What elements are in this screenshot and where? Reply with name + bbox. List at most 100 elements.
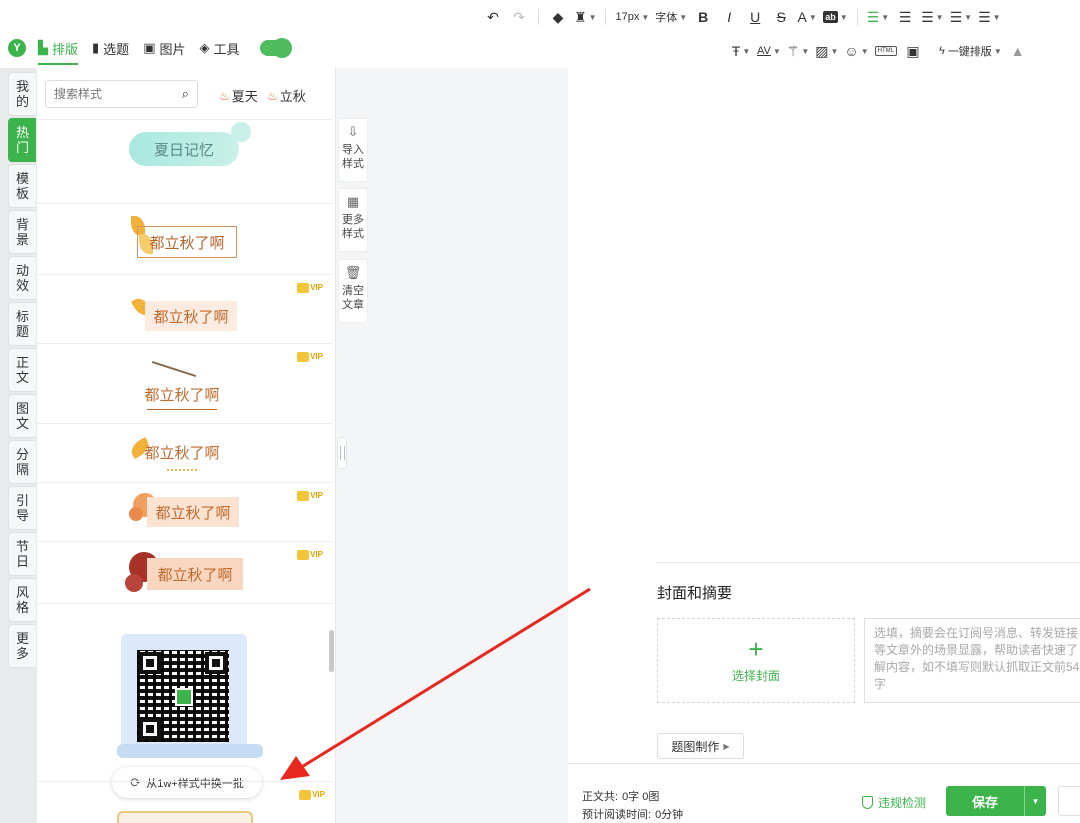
style-template-item[interactable]: VIP 都立秋了啊: [37, 542, 333, 604]
indent-icon[interactable]: ☰: [892, 5, 918, 29]
category-tab-more[interactable]: 更多: [8, 624, 36, 668]
wave-decoration: [167, 465, 197, 471]
vip-badge: VIP: [299, 790, 325, 800]
undo-icon[interactable]: ↶: [480, 5, 506, 29]
panel-resize-handle[interactable]: [337, 437, 347, 469]
category-tab-divider[interactable]: 分隔: [8, 440, 36, 484]
align-left-icon[interactable]: ☰ ▼: [864, 5, 892, 29]
category-tab-template[interactable]: 模板: [8, 164, 36, 208]
fire-icon: ♨: [267, 88, 278, 103]
template-text: 都立秋了啊: [155, 504, 231, 522]
category-tab-image-text[interactable]: 图文: [8, 394, 36, 438]
stamp-icon[interactable]: ▲: [1005, 39, 1031, 63]
violation-check-button[interactable]: 违规检测: [862, 794, 926, 811]
magic-wand-icon[interactable]: ⚚ ▼: [784, 39, 812, 63]
category-char: 动: [15, 263, 29, 278]
tree-decoration: [129, 507, 143, 521]
line-height-icon[interactable]: ☰ ▼: [947, 5, 975, 29]
select-cover-button[interactable]: + 选择封面: [657, 618, 855, 703]
font-family-select[interactable]: 字体 ▼: [652, 5, 690, 29]
summary-textarea[interactable]: 选填，摘要会在订阅号消息、转发链接等文章外的场景显露，帮助读者快速了解内容，如不…: [864, 618, 1080, 703]
nav-tab-layout[interactable]: ▙ 排版: [38, 30, 79, 66]
nav-tab-images[interactable]: ▣ 图片: [143, 30, 185, 66]
save-button[interactable]: 保存 ▼: [946, 786, 1046, 816]
vip-badge: VIP: [297, 550, 323, 560]
arrow-shaft: [299, 587, 591, 770]
bold-button[interactable]: B: [690, 5, 716, 29]
category-char: 更: [15, 631, 29, 646]
highlight-button[interactable]: ab ▼: [820, 5, 850, 29]
category-tab-holiday[interactable]: 节日: [8, 532, 36, 576]
category-tab-hot[interactable]: 热门: [8, 118, 36, 162]
font-size-select[interactable]: 17px ▼: [612, 5, 652, 29]
style-template-item[interactable]: [117, 811, 253, 823]
style-template-item[interactable]: 都立秋了啊: [37, 424, 333, 483]
toolbox-icon[interactable]: ▣: [900, 39, 926, 63]
toolbar-divider: [605, 9, 607, 25]
category-tab-style[interactable]: 风格: [8, 578, 36, 622]
letter-spacing-button[interactable]: AV ▼: [754, 39, 784, 63]
category-tab-title[interactable]: 标题: [8, 302, 36, 346]
panel-scrollbar[interactable]: [329, 630, 334, 672]
style-template-item[interactable]: VIP 都立秋了啊: [37, 275, 333, 344]
style-template-item[interactable]: 夏日记忆: [37, 120, 333, 204]
emoji-icon[interactable]: ☺ ▼: [841, 39, 871, 63]
underline-button[interactable]: U: [742, 5, 768, 29]
category-tab-animation[interactable]: 动效: [8, 256, 36, 300]
style-search-box: ⌕: [45, 80, 198, 108]
one-key-layout-button[interactable]: ϟ 一键排版 ▼: [936, 39, 1005, 63]
word-count-label: 正文共:: [582, 791, 619, 803]
cube-icon: ◈: [199, 40, 210, 55]
nav-tab-tools[interactable]: ◈ 工具: [200, 30, 240, 66]
style-search-input[interactable]: [54, 87, 164, 101]
vip-badge: VIP: [297, 283, 323, 293]
eraser-icon[interactable]: ◆: [545, 5, 571, 29]
style-template-item[interactable]: VIP 都立秋了啊: [37, 483, 333, 542]
plugin-toggle[interactable]: [259, 38, 292, 58]
template-title: 都立秋了啊: [147, 558, 243, 590]
category-tab-guide[interactable]: 引导: [8, 486, 36, 530]
strikethrough-button[interactable]: S: [768, 5, 794, 29]
category-char: 景: [15, 232, 29, 247]
editor-toolbar: ↶ ↷ ◆ ♜ ▼ 17px ▼ 字体 ▼ B I U S A ▼ ab ▼ ☰ ▼ ☰ ☰…: [0, 0, 1080, 68]
spacing-icon[interactable]: Ŧ ▼: [728, 39, 754, 63]
chart-icon[interactable]: ▨ ▼: [812, 39, 841, 63]
cover-image-maker-label: 题图制作: [671, 739, 720, 754]
chevron-down-icon[interactable]: ▼: [1024, 786, 1046, 816]
qr-logo-icon: [175, 688, 193, 706]
category-tab-background[interactable]: 背景: [8, 210, 36, 254]
redo-icon[interactable]: ↷: [506, 5, 532, 29]
import-style-button[interactable]: ⇩ 导入 样式: [338, 118, 368, 182]
side-btn-label: 样式: [342, 228, 364, 240]
category-char: 风: [15, 585, 29, 600]
hot-tag-autumn[interactable]: ♨ 立秋: [267, 86, 306, 105]
template-text: 都立秋了啊: [149, 234, 225, 252]
search-icon[interactable]: ⌕: [182, 86, 189, 102]
template-text: 都立秋了啊: [157, 566, 233, 584]
toolbar-divider: [856, 9, 858, 25]
format-painter-icon[interactable]: ♜ ▼: [571, 5, 599, 29]
nav-tab-label: 选题: [103, 41, 130, 57]
nav-tab-topics[interactable]: ▮ 选题: [92, 30, 129, 66]
category-tab-mine[interactable]: 我的: [8, 72, 36, 116]
category-char: 我: [15, 79, 29, 94]
html-icon[interactable]: HTML: [872, 39, 900, 63]
vip-label: VIP: [310, 550, 323, 560]
style-template-item[interactable]: VIP 都立秋了啊: [37, 344, 333, 424]
list-icon[interactable]: ☰ ▼: [918, 5, 946, 29]
plus-icon: +: [748, 634, 764, 664]
category-tab-body[interactable]: 正文: [8, 348, 36, 392]
hot-tag-summer[interactable]: ♨ 夏天: [219, 86, 258, 105]
font-color-button[interactable]: A ▼: [794, 5, 820, 29]
article-editor[interactable]: 封面和摘要 + 选择封面 选填，摘要会在订阅号消息、转发链接等文章外的场景显露，…: [568, 68, 1080, 823]
cover-image-maker-button[interactable]: 题图制作 ▶: [657, 733, 744, 759]
read-time-label: 预计阅读时间:: [582, 809, 652, 821]
secondary-button[interactable]: [1058, 786, 1080, 816]
paragraph-icon[interactable]: ☰ ▼: [975, 5, 1003, 29]
font-family-label: 字体: [655, 12, 678, 24]
italic-button[interactable]: I: [716, 5, 742, 29]
swap-styles-button[interactable]: ⟳ 从1w+样式中换一批: [112, 767, 262, 798]
clear-article-button[interactable]: 🗑 清空 文章: [338, 259, 368, 323]
style-template-item[interactable]: 都立秋了啊: [37, 204, 333, 275]
more-style-button[interactable]: ▦ 更多 样式: [338, 188, 368, 252]
